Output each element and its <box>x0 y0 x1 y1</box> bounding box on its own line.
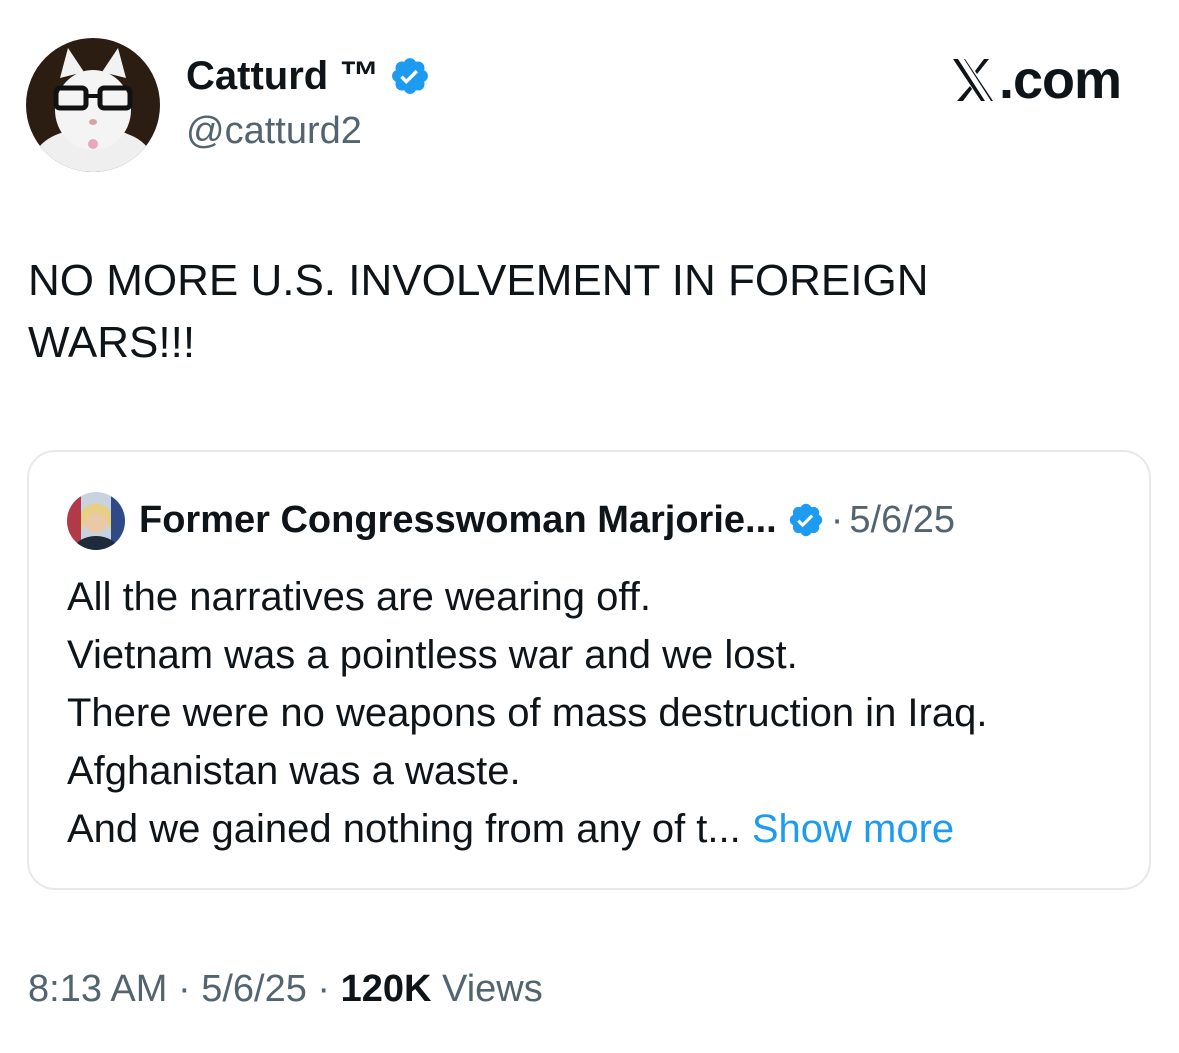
quoted-tweet-date[interactable]: 5/6/25 <box>849 496 955 544</box>
views-label: Views <box>442 968 543 1010</box>
tweet-date[interactable]: 5/6/25 <box>201 968 307 1010</box>
author-display-name[interactable]: Catturd ™ <box>186 52 431 100</box>
author-avatar[interactable] <box>26 38 160 172</box>
verified-badge-icon <box>389 55 431 97</box>
meta-separator: · <box>177 968 191 1010</box>
quoted-tweet-last-line: And we gained nothing from any of t... S… <box>67 800 1127 858</box>
quoted-tweet-line: Afghanistan was a waste. <box>67 749 521 793</box>
tweet-meta: 8:13 AM · 5/6/25 · 120K Views <box>28 964 543 1014</box>
views-count: 120K <box>340 968 432 1010</box>
x-logo-icon <box>951 55 995 105</box>
quoted-tweet-line: There were no weapons of mass destructio… <box>67 691 988 735</box>
show-more-link[interactable]: Show more <box>752 807 954 851</box>
verified-badge-icon <box>787 501 825 539</box>
quoted-tweet-card[interactable]: Former Congresswoman Marjorie... · 5/6/2… <box>27 450 1151 890</box>
quoted-tweet-body: All the narratives are wearing off. Viet… <box>67 568 1127 858</box>
meta-separator: · <box>317 968 331 1010</box>
quoted-tweet-line: Vietnam was a pointless war and we lost. <box>67 633 798 677</box>
author-handle[interactable]: @catturd2 <box>186 108 362 154</box>
author-name-text[interactable]: Catturd ™ <box>186 52 379 100</box>
tweet-time[interactable]: 8:13 AM <box>28 968 167 1010</box>
quoted-author-name[interactable]: Former Congresswoman Marjorie... <box>139 496 777 544</box>
brand-watermark: .com <box>951 50 1122 110</box>
quoted-tweet-header: Former Congresswoman Marjorie... · 5/6/2… <box>139 496 955 544</box>
tweet-text: NO MORE U.S. INVOLVEMENT IN FOREIGN WARS… <box>28 256 929 367</box>
quoted-author-avatar[interactable] <box>67 492 125 550</box>
quoted-tweet-line: And we gained nothing from any of t... <box>67 807 741 851</box>
quoted-date-separator: · <box>830 499 844 541</box>
quoted-tweet-line: All the narratives are wearing off. <box>67 575 652 619</box>
brand-label: .com <box>998 50 1122 110</box>
